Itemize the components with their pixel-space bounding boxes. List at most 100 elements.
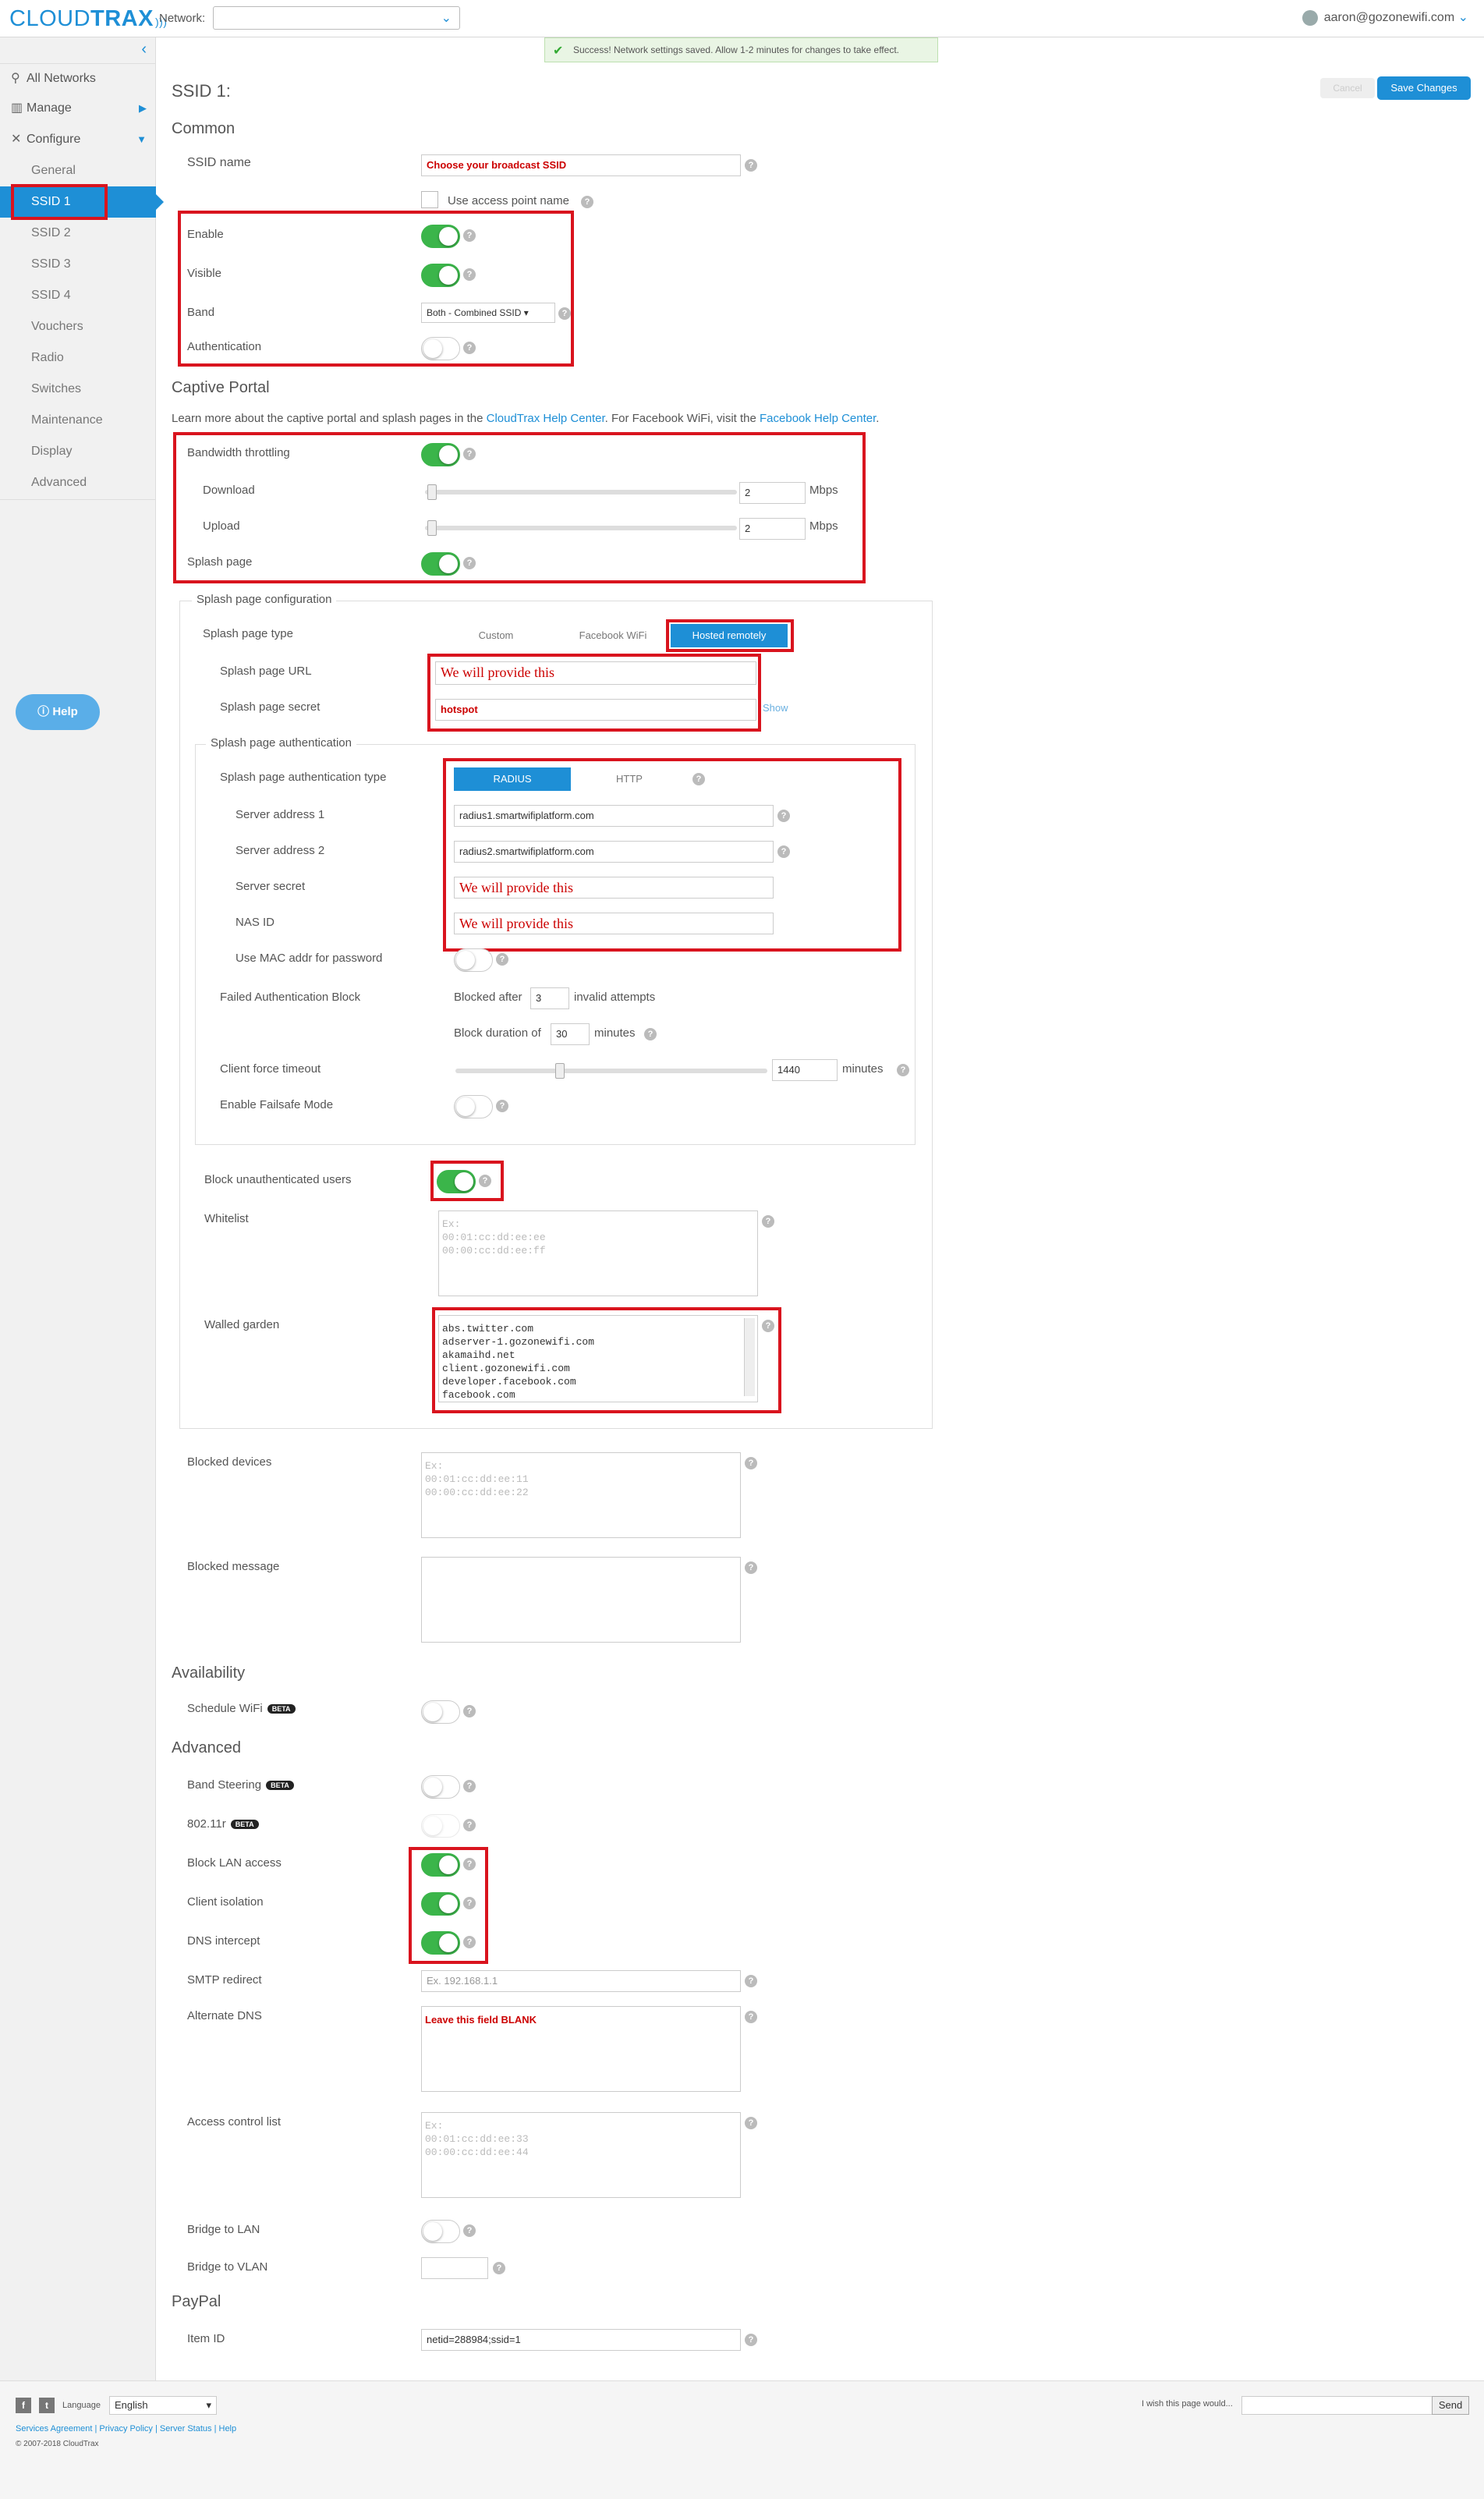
splash-page-toggle[interactable] (421, 552, 460, 576)
smtp-input[interactable]: Ex. 192.168.1.1 (421, 1970, 741, 1992)
help-icon[interactable]: ? (496, 1100, 508, 1112)
blocked-message-textarea[interactable] (421, 1557, 741, 1643)
cancel-button[interactable]: Cancel (1320, 78, 1375, 98)
show-secret-link[interactable]: Show (763, 702, 788, 714)
auth-type-http[interactable]: HTTP (571, 767, 688, 791)
sidebar-collapse[interactable]: ‹ (0, 37, 156, 64)
help-icon[interactable]: ? (777, 810, 790, 822)
upload-slider-thumb[interactable] (427, 520, 437, 536)
scrollbar[interactable] (744, 1318, 755, 1396)
sidebar-item-display[interactable]: Display (0, 436, 156, 467)
help-icon[interactable]: ? (762, 1320, 774, 1332)
help-icon[interactable]: ? (463, 448, 476, 460)
facebook-help-link[interactable]: Facebook Help Center (760, 412, 876, 425)
help-icon[interactable]: ? (745, 159, 757, 172)
feedback-input[interactable] (1241, 2396, 1435, 2415)
r80211-toggle[interactable] (421, 1814, 460, 1838)
item-id-input[interactable]: netid=288984;ssid=1 (421, 2329, 741, 2351)
help-icon[interactable]: ? (644, 1028, 657, 1040)
help-icon[interactable]: ? (745, 2117, 757, 2129)
help-icon[interactable]: ? (463, 1936, 476, 1948)
bridge-lan-toggle[interactable] (421, 2220, 460, 2243)
download-input[interactable]: 2 (739, 482, 806, 504)
ssid-name-input[interactable]: Choose your broadcast SSID (421, 154, 741, 176)
help-icon[interactable]: ? (745, 1561, 757, 1574)
authentication-toggle[interactable] (421, 337, 460, 360)
bridge-vlan-input[interactable] (421, 2257, 488, 2279)
cloudtrax-help-link[interactable]: CloudTrax Help Center (487, 412, 605, 425)
sidebar-item-vouchers[interactable]: Vouchers (0, 311, 156, 342)
splash-url-input[interactable]: We will provide this (435, 661, 756, 685)
splash-type-facebook[interactable]: Facebook WiFi (558, 624, 668, 647)
blocked-devices-textarea[interactable]: Ex: 00:01:cc:dd:ee:11 00:00:cc:dd:ee:22 (421, 1452, 741, 1538)
server-secret-input[interactable]: We will provide this (454, 877, 774, 899)
facebook-icon[interactable]: f (16, 2398, 31, 2413)
splash-type-custom[interactable]: Custom (434, 624, 558, 647)
help-icon[interactable]: ? (496, 953, 508, 966)
help-icon[interactable]: ? (463, 1897, 476, 1909)
language-select[interactable]: English ▾ (109, 2396, 217, 2415)
download-slider-thumb[interactable] (427, 484, 437, 500)
upload-input[interactable]: 2 (739, 518, 806, 540)
user-menu[interactable]: aaron@gozonewifi.com ⌄ (1302, 9, 1468, 26)
client-timeout-slider-thumb[interactable] (555, 1063, 565, 1079)
client-isolation-toggle[interactable] (421, 1892, 460, 1916)
block-unauth-toggle[interactable] (437, 1170, 476, 1193)
help-icon[interactable]: ? (777, 845, 790, 858)
help-icon[interactable]: ? (463, 1705, 476, 1717)
network-select[interactable]: ⌄ (213, 6, 460, 30)
auth-type-radius[interactable]: RADIUS (454, 767, 571, 791)
blocked-after-input[interactable]: 3 (530, 987, 569, 1009)
enable-toggle[interactable] (421, 225, 460, 248)
help-icon[interactable]: ? (692, 773, 705, 785)
help-button[interactable]: ⓘ Help (16, 694, 100, 730)
bandwidth-toggle[interactable] (421, 443, 460, 466)
server2-input[interactable]: radius2.smartwifiplatform.com (454, 841, 774, 863)
help-icon[interactable]: ? (745, 2011, 757, 2023)
help-icon[interactable]: ? (558, 307, 571, 320)
help-icon[interactable]: ? (463, 268, 476, 281)
use-ap-name-checkbox[interactable] (421, 191, 438, 208)
help-icon[interactable]: ? (581, 196, 593, 208)
help-icon[interactable]: ? (493, 2262, 505, 2274)
block-duration-input[interactable]: 30 (551, 1023, 590, 1045)
mac-password-toggle[interactable] (454, 948, 493, 972)
sidebar-item-advanced[interactable]: Advanced (0, 467, 156, 498)
upload-slider[interactable] (425, 526, 737, 530)
sidebar-item-general[interactable]: General (0, 155, 156, 186)
help-icon[interactable]: ? (745, 2334, 757, 2346)
failsafe-toggle[interactable] (454, 1095, 493, 1118)
splash-secret-input[interactable]: hotspot (435, 699, 756, 721)
band-steering-toggle[interactable] (421, 1775, 460, 1799)
services-agreement-link[interactable]: Services Agreement (16, 2424, 92, 2433)
acl-textarea[interactable]: Ex: 00:01:cc:dd:ee:33 00:00:cc:dd:ee:44 (421, 2112, 741, 2198)
server-status-link[interactable]: Server Status (160, 2424, 212, 2433)
nas-id-input[interactable]: We will provide this (454, 913, 774, 934)
help-icon[interactable]: ? (463, 557, 476, 569)
send-button[interactable]: Send (1432, 2396, 1469, 2415)
help-icon[interactable]: ? (762, 1215, 774, 1228)
server1-input[interactable]: radius1.smartwifiplatform.com (454, 805, 774, 827)
sidebar-item-configure[interactable]: ✕ Configure ▼ (0, 125, 156, 154)
download-slider[interactable] (425, 490, 737, 494)
help-icon[interactable]: ? (745, 1975, 757, 1987)
help-icon[interactable]: ? (463, 1819, 476, 1831)
help-icon[interactable]: ? (463, 1780, 476, 1792)
save-button[interactable]: Save Changes (1377, 76, 1471, 100)
help-icon[interactable]: ? (463, 1858, 476, 1870)
client-timeout-slider[interactable] (455, 1069, 767, 1073)
block-lan-toggle[interactable] (421, 1853, 460, 1877)
sidebar-item-radio[interactable]: Radio (0, 342, 156, 374)
help-icon[interactable]: ? (463, 342, 476, 354)
sidebar-item-ssid3[interactable]: SSID 3 (0, 249, 156, 280)
sidebar-item-manage[interactable]: ▥ Manage ▶ (0, 94, 156, 123)
visible-toggle[interactable] (421, 264, 460, 287)
client-timeout-input[interactable]: 1440 (772, 1059, 838, 1081)
walled-garden-textarea[interactable]: abs.twitter.com adserver-1.gozonewifi.co… (438, 1315, 758, 1402)
sidebar-item-ssid2[interactable]: SSID 2 (0, 218, 156, 249)
alt-dns-textarea[interactable]: Leave this field BLANK (421, 2006, 741, 2092)
sidebar-item-switches[interactable]: Switches (0, 374, 156, 405)
twitter-icon[interactable]: t (39, 2398, 55, 2413)
help-icon[interactable]: ? (463, 2224, 476, 2237)
privacy-policy-link[interactable]: Privacy Policy (99, 2424, 152, 2433)
